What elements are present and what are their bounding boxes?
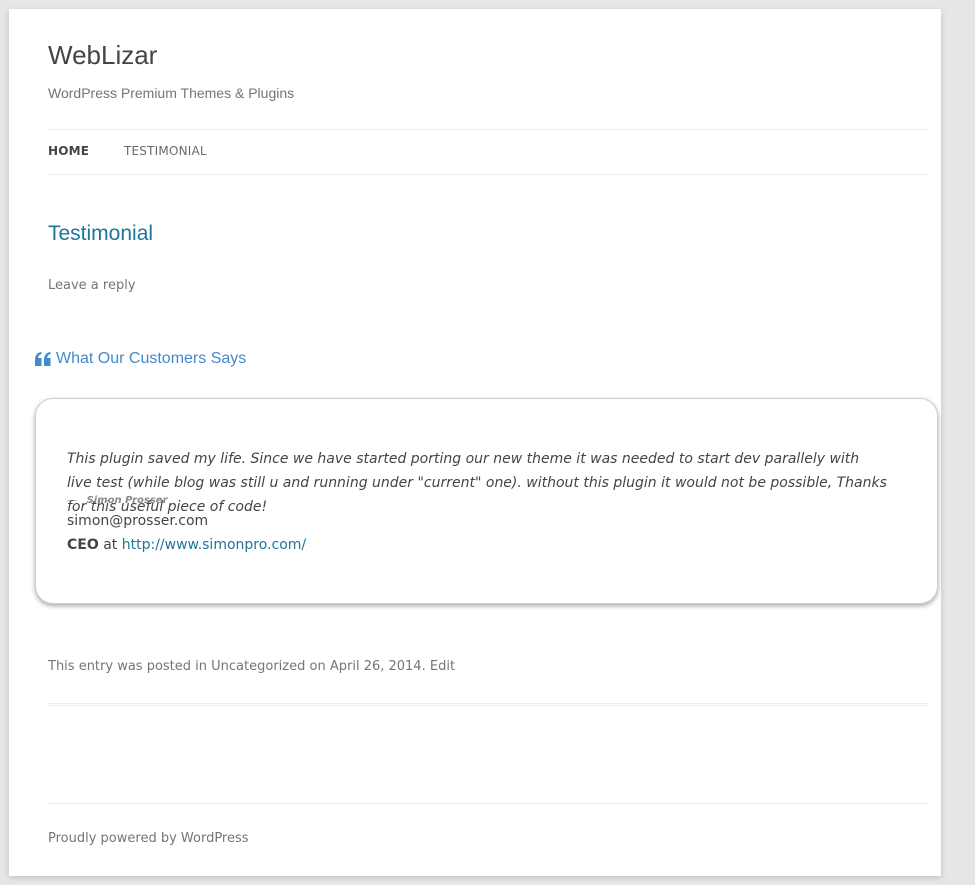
entry-meta-prefix: This entry was posted in xyxy=(48,659,208,674)
testimonial-role: CEO xyxy=(67,537,99,553)
cite-dash: — xyxy=(67,495,77,506)
testimonials-heading-text: What Our Customers Says xyxy=(56,350,247,367)
testimonial-cite: — Simon Prosser xyxy=(67,495,168,506)
nav-item-testimonial[interactable]: TESTIMONIAL xyxy=(124,144,207,158)
site-description: WordPress Premium Themes & Plugins xyxy=(48,85,295,101)
testimonials-heading: What Our Customers Says xyxy=(35,350,246,368)
footer-divider xyxy=(48,803,928,804)
nav-item-home[interactable]: HOME xyxy=(48,144,89,158)
edit-link[interactable]: Edit xyxy=(430,659,455,674)
site-title[interactable]: WebLizar xyxy=(48,40,157,71)
leave-reply-link[interactable]: Leave a reply xyxy=(48,278,136,293)
category-link[interactable]: Uncategorized xyxy=(211,659,305,674)
entry-meta-dot: . xyxy=(421,659,426,674)
testimonial-email: simon@prosser.com xyxy=(67,513,209,529)
entry-date-link[interactable]: April 26, 2014 xyxy=(330,659,422,674)
testimonial-author: Simon Prosser xyxy=(86,495,168,506)
testimonial-role-line: CEO at http://www.simonpro.com/ xyxy=(67,537,306,553)
main-navigation: HOME TESTIMONIAL xyxy=(48,129,928,175)
entry-meta: This entry was posted in Uncategorized o… xyxy=(48,659,455,674)
testimonial-website-link[interactable]: http://www.simonpro.com/ xyxy=(122,537,306,553)
entry-title: Testimonial xyxy=(48,222,154,245)
page: WebLizar WordPress Premium Themes & Plug… xyxy=(9,9,941,876)
quote-left-icon xyxy=(35,352,51,366)
testimonial-quote: This plugin saved my life. Since we have… xyxy=(67,451,887,515)
entry-separator xyxy=(48,703,928,706)
entry-meta-on: on xyxy=(309,659,326,674)
footer-credit-link[interactable]: Proudly powered by WordPress xyxy=(48,831,249,846)
role-at: at xyxy=(103,537,118,553)
testimonial-card: This plugin saved my life. Since we have… xyxy=(35,398,938,604)
